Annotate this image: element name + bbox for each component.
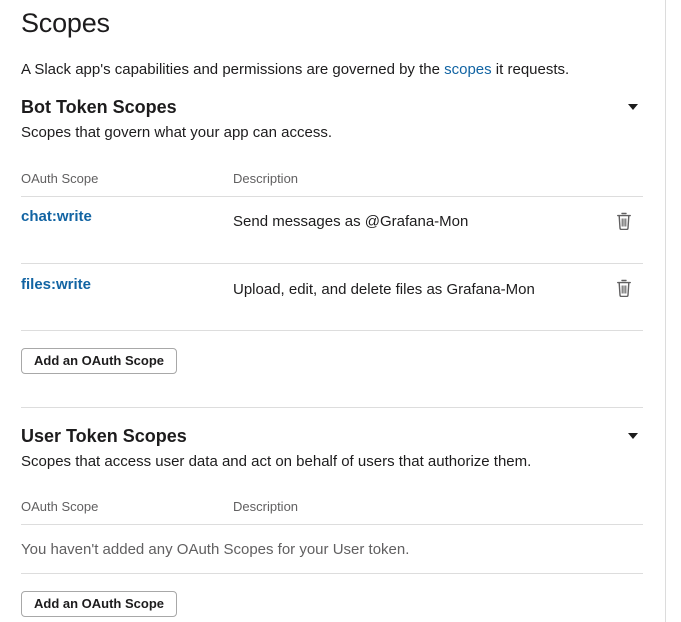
bot-col-header-description: Description	[233, 171, 299, 186]
scopes-link[interactable]: scopes	[444, 61, 492, 78]
divider	[21, 573, 643, 574]
empty-state-message: You haven't added any OAuth Scopes for y…	[21, 541, 410, 558]
trash-icon[interactable]	[617, 279, 631, 297]
scope-name-link[interactable]: chat:write	[21, 208, 92, 225]
scope-description: Send messages as @Grafana-Mon	[233, 213, 469, 230]
bot-col-header-scope: OAuth Scope	[21, 171, 99, 186]
caret-down-icon[interactable]	[628, 104, 638, 110]
divider	[21, 330, 643, 331]
divider	[21, 524, 643, 525]
intro-text: A Slack app's capabilities and permissio…	[21, 61, 569, 78]
user-col-header-description: Description	[233, 499, 299, 514]
panel-right-border	[665, 0, 666, 622]
trash-icon[interactable]	[617, 212, 631, 230]
divider	[21, 196, 643, 197]
page-title: Scopes	[21, 8, 110, 38]
bot-scopes-title: Bot Token Scopes	[21, 97, 177, 117]
divider	[21, 263, 643, 264]
user-scopes-title: User Token Scopes	[21, 426, 187, 446]
caret-down-icon[interactable]	[628, 433, 638, 439]
user-scopes-subtitle: Scopes that access user data and act on …	[21, 453, 532, 470]
intro-suffix: it requests.	[491, 61, 570, 78]
user-col-header-scope: OAuth Scope	[21, 499, 99, 514]
intro-prefix: A Slack app's capabilities and permissio…	[21, 61, 445, 78]
scope-name-link[interactable]: files:write	[21, 276, 91, 293]
section-divider	[21, 407, 643, 408]
scope-description: Upload, edit, and delete files as Grafan…	[233, 281, 535, 298]
add-bot-oauth-scope-button[interactable]: Add an OAuth Scope	[21, 348, 177, 374]
bot-scopes-subtitle: Scopes that govern what your app can acc…	[21, 124, 333, 141]
add-user-oauth-scope-button[interactable]: Add an OAuth Scope	[21, 591, 177, 617]
